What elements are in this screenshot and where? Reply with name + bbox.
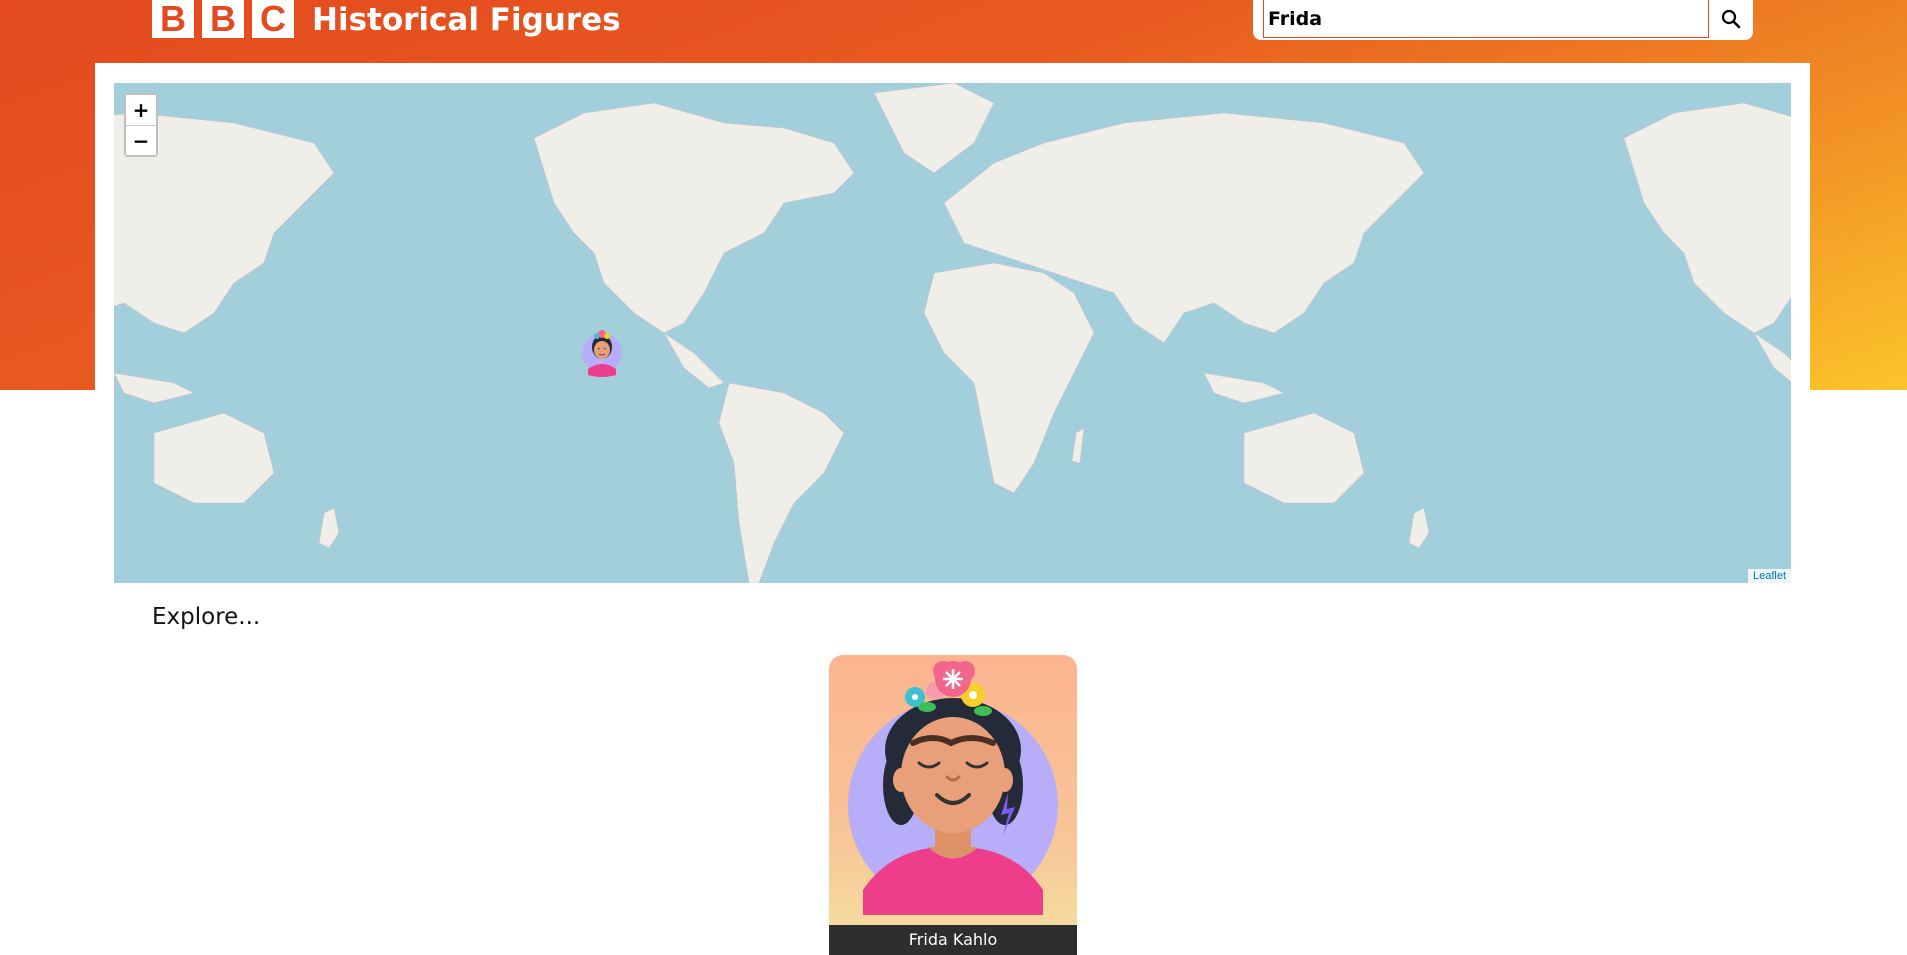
- page-title: Historical Figures: [312, 2, 621, 38]
- figure-card[interactable]: Frida Kahlo: [829, 655, 1077, 955]
- search-input[interactable]: [1263, 0, 1709, 38]
- search-box: [1253, 0, 1753, 40]
- bbc-logo[interactable]: B B C: [152, 0, 294, 38]
- frida-kahlo-avatar-icon: [582, 330, 622, 377]
- explore-heading: Explore...: [152, 604, 261, 630]
- logo-letter: C: [252, 0, 294, 38]
- site-header: B B C Historical Figures: [0, 0, 1907, 62]
- map-marker[interactable]: [580, 319, 624, 377]
- zoom-control: + −: [124, 93, 158, 157]
- search-button[interactable]: [1713, 2, 1749, 36]
- figure-card-name: Frida Kahlo: [829, 925, 1077, 955]
- frida-kahlo-portrait-icon: [848, 661, 1058, 915]
- world-map[interactable]: + − Leaflet: [114, 83, 1791, 583]
- search-icon: [1721, 9, 1741, 29]
- logo-letter: B: [202, 0, 244, 38]
- zoom-out-button[interactable]: −: [126, 125, 156, 155]
- map-tiles: [114, 83, 1791, 583]
- logo-letter: B: [152, 0, 194, 38]
- map-attribution[interactable]: Leaflet: [1747, 569, 1791, 583]
- zoom-in-button[interactable]: +: [126, 95, 156, 125]
